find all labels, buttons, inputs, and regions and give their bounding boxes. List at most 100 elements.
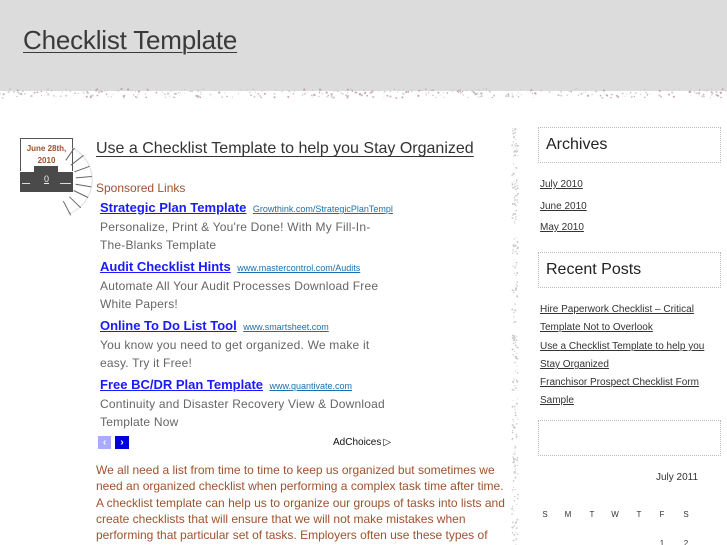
ad-title-link[interactable]: Audit Checklist Hints xyxy=(100,259,231,274)
divider-speck xyxy=(516,446,518,447)
header-edge-speck xyxy=(629,92,632,94)
header-edge-speck xyxy=(511,88,513,90)
header-edge-speck xyxy=(275,89,278,91)
site-title-link[interactable]: Checklist Template xyxy=(23,25,237,56)
header-edge-speck xyxy=(51,90,53,92)
ad-url-link[interactable]: www.quantivate.com xyxy=(269,381,352,391)
header-edge-speck xyxy=(335,89,338,92)
divider-speck xyxy=(515,433,518,436)
divider-speck xyxy=(512,252,514,254)
divider-speck xyxy=(515,218,517,221)
divider-speck xyxy=(517,419,519,421)
divider-speck xyxy=(511,388,514,391)
ad-title-link[interactable]: Online To Do List Tool xyxy=(100,318,237,333)
divider-speck xyxy=(513,350,515,352)
archives-widget-header: Archives xyxy=(538,127,721,163)
divider-speck xyxy=(512,130,514,132)
ray-line xyxy=(75,176,92,179)
ad-title-link[interactable]: Strategic Plan Template xyxy=(100,200,246,215)
divider-speck xyxy=(516,296,519,298)
header-edge-speck xyxy=(351,89,353,91)
header-edge-speck xyxy=(253,95,256,98)
calendar-weekday: M xyxy=(564,510,572,519)
divider-speck xyxy=(516,504,518,505)
divider-speck xyxy=(513,289,515,291)
header-edge-speck xyxy=(708,90,710,92)
divider-speck xyxy=(515,194,517,197)
divider-speck xyxy=(513,539,515,542)
ad-title-link[interactable]: Free BC/DR Plan Template xyxy=(100,377,263,392)
divider-speck xyxy=(517,390,519,391)
header-edge-speck xyxy=(36,91,38,93)
divider-speck xyxy=(511,128,514,129)
header-edge-speck xyxy=(649,93,651,95)
adchoices-link[interactable]: AdChoices ▷ xyxy=(333,437,391,448)
divider-speck xyxy=(514,445,516,447)
header-edge-speck xyxy=(719,91,722,94)
header-edge-speck xyxy=(425,88,427,91)
header-edge-speck xyxy=(405,91,408,94)
ad-prev-button[interactable]: ‹ xyxy=(98,436,111,449)
header-edge-speck xyxy=(646,88,648,90)
header-edge-speck xyxy=(666,88,668,90)
header-edge-speck xyxy=(575,88,578,91)
header-edge-speck xyxy=(697,91,701,95)
divider-speck xyxy=(513,221,516,223)
divider-speck xyxy=(514,143,516,145)
archive-link[interactable]: May 2010 xyxy=(540,219,584,237)
divider-speck xyxy=(515,370,517,372)
header-edge-speck xyxy=(47,88,49,91)
header-edge-speck xyxy=(712,93,714,95)
divider-speck xyxy=(516,148,518,150)
divider-speck xyxy=(517,533,519,535)
header-edge-speck xyxy=(163,93,166,95)
header-edge-speck xyxy=(466,89,468,91)
header-edge-speck xyxy=(587,94,590,97)
divider-speck xyxy=(511,526,514,529)
divider-speck xyxy=(515,283,517,285)
divider-speck xyxy=(514,320,517,323)
header-edge-speck xyxy=(534,92,537,95)
header-edge-speck xyxy=(601,96,604,99)
archive-link[interactable]: July 2010 xyxy=(540,176,583,194)
ad-url-link[interactable]: Growthink.com/StrategicPlanTempl xyxy=(253,204,393,214)
divider-speck xyxy=(516,241,519,243)
header-edge-speck xyxy=(81,91,83,93)
divider-speck xyxy=(516,423,518,425)
recent-post-link[interactable]: Use a Checklist Template to help you Sta… xyxy=(540,338,715,374)
calendar-day[interactable]: 1 xyxy=(656,539,668,545)
header-edge-speck xyxy=(646,94,649,96)
header-edge-speck xyxy=(337,90,339,93)
calendar-day[interactable]: 2 xyxy=(680,539,692,545)
divider-speck xyxy=(516,187,519,190)
header-edge-speck xyxy=(91,94,94,97)
header-edge-speck xyxy=(611,93,613,96)
divider-speck xyxy=(515,387,517,390)
ad-url-link[interactable]: www.smartsheet.com xyxy=(243,322,329,332)
divider-speck xyxy=(513,510,515,512)
header-edge-speck xyxy=(401,96,404,99)
recent-posts-widget-header: Recent Posts xyxy=(538,252,721,288)
ray-line xyxy=(73,190,89,198)
divider-speck xyxy=(517,464,519,466)
divider-speck xyxy=(511,507,514,510)
divider-speck xyxy=(514,213,517,215)
divider-speck xyxy=(514,315,516,317)
header-edge-speck xyxy=(164,96,166,99)
header-edge-speck xyxy=(425,92,427,94)
header-edge-speck xyxy=(715,90,718,94)
header-edge-speck xyxy=(688,91,691,93)
divider-speck xyxy=(514,453,516,455)
archive-link[interactable]: June 2010 xyxy=(540,198,587,216)
ad-url-link[interactable]: www.mastercontrol.com/Audits xyxy=(237,263,360,273)
post-title-link[interactable]: Use a Checklist Template to help you Sta… xyxy=(96,140,474,158)
ad-next-button[interactable]: › xyxy=(115,436,129,449)
header-edge-speck xyxy=(560,90,562,93)
recent-post-link[interactable]: Franchisor Prospect Checklist Form Sampl… xyxy=(540,374,715,410)
header-edge-speck xyxy=(65,94,68,97)
header-edge-speck xyxy=(179,95,180,97)
archives-title: Archives xyxy=(546,136,608,153)
divider-speck xyxy=(514,463,515,465)
header-edge-speck xyxy=(252,88,254,90)
recent-post-link[interactable]: Hire Paperwork Checklist – Critical Temp… xyxy=(540,301,715,337)
